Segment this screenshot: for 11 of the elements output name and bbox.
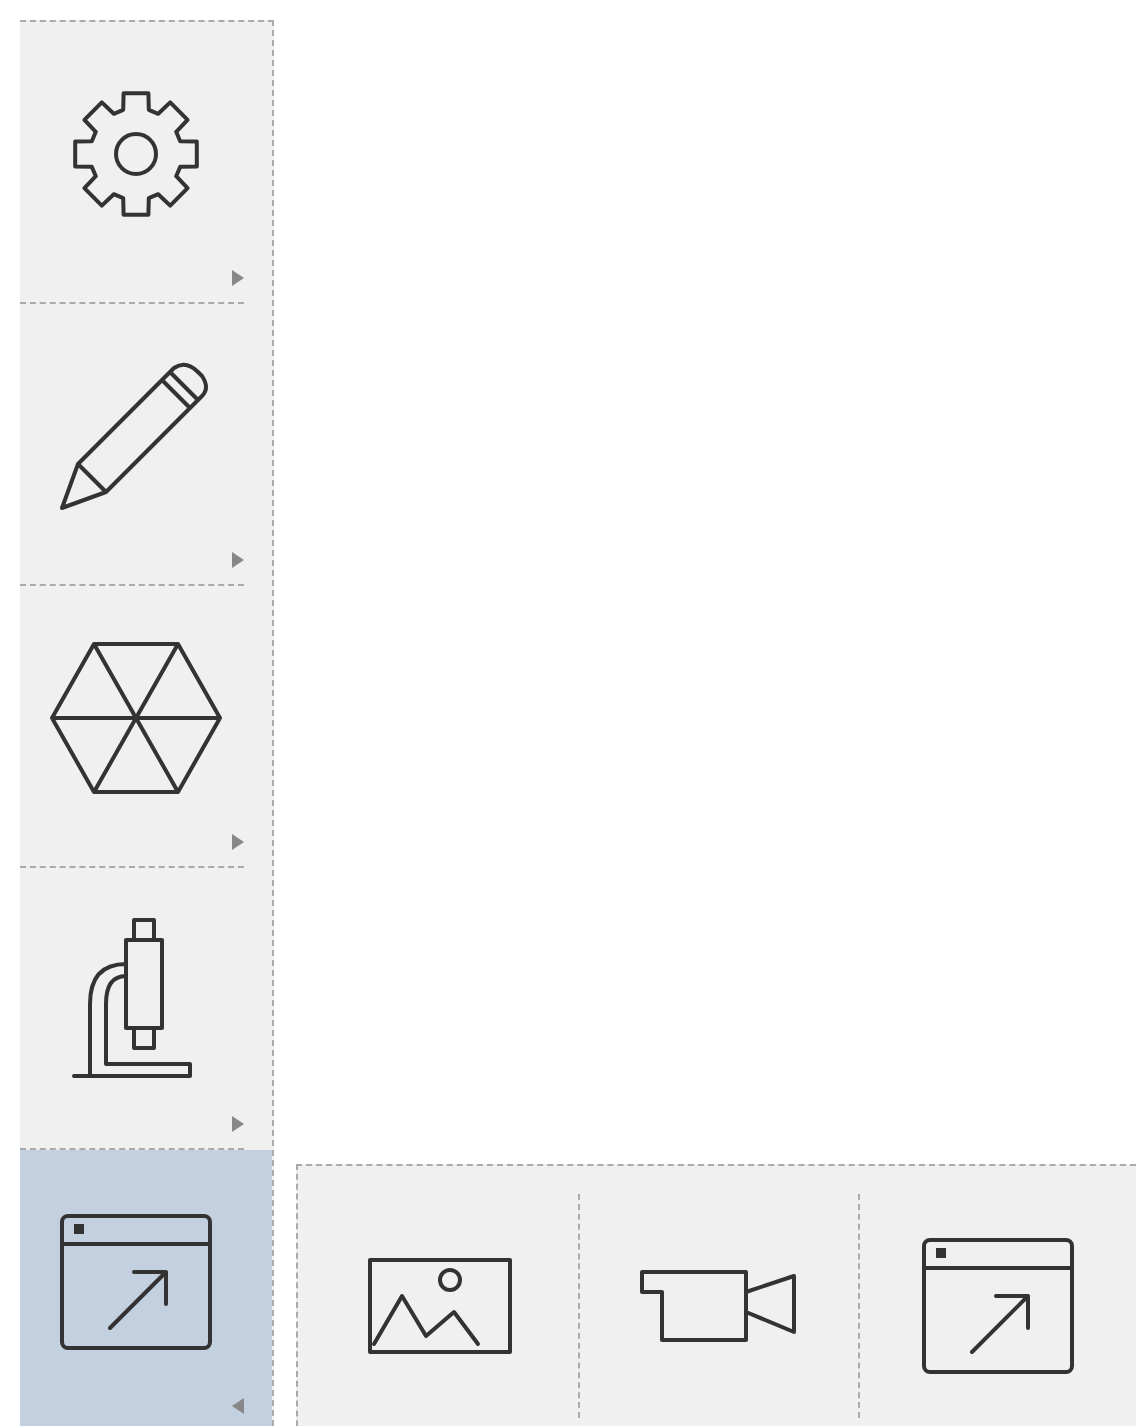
caret-icon [232, 1116, 244, 1132]
video-camera-icon [638, 1268, 799, 1344]
caret-icon [232, 834, 244, 850]
caret-icon [232, 1398, 244, 1414]
gear-icon [68, 86, 204, 222]
pencil-icon [58, 360, 214, 512]
landscape-image-icon [366, 1256, 515, 1356]
caret-icon [232, 270, 244, 286]
caret-icon [232, 552, 244, 568]
tool-button[interactable] [20, 1150, 272, 1426]
hexagon-icon [48, 640, 224, 796]
